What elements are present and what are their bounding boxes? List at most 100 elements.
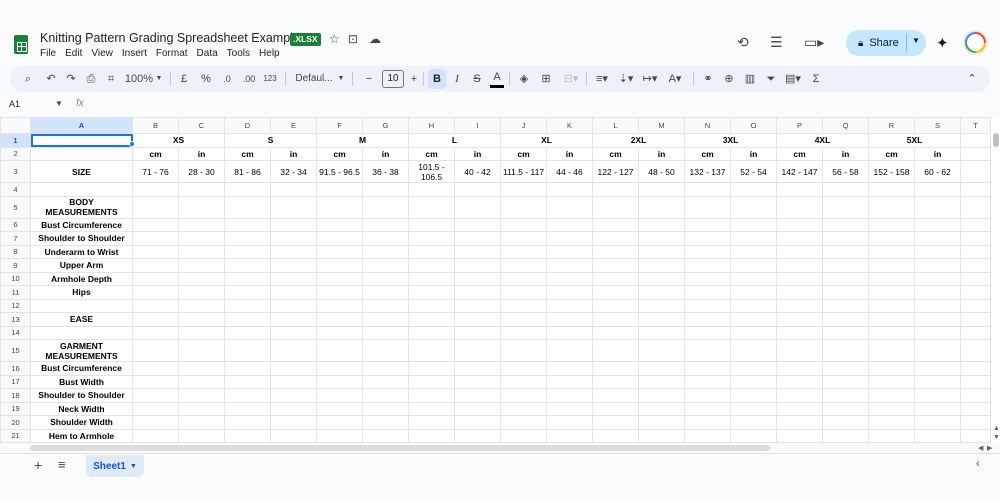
unit-cell[interactable]: cm: [684, 146, 731, 161]
grid-cell[interactable]: [270, 231, 317, 246]
size-range-cell[interactable]: 32 - 34: [270, 160, 317, 183]
size-label-cell[interactable]: SIZE: [30, 160, 133, 183]
row-header[interactable]: 16: [0, 361, 31, 376]
text-wrapping-icon[interactable]: ↦▾: [640, 66, 660, 92]
insert-comment-icon[interactable]: ⊕: [721, 66, 737, 92]
grid-cell[interactable]: [638, 388, 685, 403]
grid-cell[interactable]: [960, 325, 991, 340]
grid-cell[interactable]: [132, 231, 179, 246]
grid-cell[interactable]: [730, 339, 777, 362]
grid-cell[interactable]: [638, 298, 685, 313]
grid-cell[interactable]: [638, 195, 685, 219]
grid-cell[interactable]: [270, 325, 317, 340]
grid-cell[interactable]: [224, 401, 271, 416]
grid-cell[interactable]: [270, 428, 317, 443]
grid-cell[interactable]: [362, 298, 409, 313]
grid-cell[interactable]: [730, 361, 777, 376]
grid-cell[interactable]: [178, 244, 225, 259]
grid-cell[interactable]: [316, 285, 363, 300]
grid-cell[interactable]: [316, 374, 363, 389]
grid-cell[interactable]: [592, 182, 639, 197]
grid-cell[interactable]: [408, 374, 455, 389]
print-icon[interactable]: ⎙: [83, 66, 99, 92]
grid-cell[interactable]: [454, 231, 501, 246]
grid-cell[interactable]: [362, 374, 409, 389]
grid-cell[interactable]: [960, 271, 991, 286]
size-range-cell[interactable]: 152 - 158: [868, 160, 915, 183]
document-title[interactable]: Knitting Pattern Grading Spreadsheet Exa…: [40, 31, 300, 45]
grid-cell[interactable]: [868, 271, 915, 286]
grid-cell[interactable]: [408, 339, 455, 362]
grid-cell[interactable]: [316, 298, 363, 313]
unit-cell[interactable]: cm: [316, 146, 363, 161]
grid-cell[interactable]: [684, 388, 731, 403]
grid-cell[interactable]: [224, 285, 271, 300]
label-cell[interactable]: Upper Arm: [30, 258, 133, 273]
unit-cell[interactable]: cm: [776, 146, 823, 161]
grid-cell[interactable]: [638, 217, 685, 232]
grid-cell[interactable]: [316, 361, 363, 376]
grid-cell[interactable]: [638, 258, 685, 273]
size-range-cell[interactable]: 48 - 50: [638, 160, 685, 183]
grid-cell[interactable]: [454, 428, 501, 443]
unit-cell[interactable]: cm: [224, 146, 271, 161]
grid-cell[interactable]: [224, 325, 271, 340]
text-rotation-button[interactable]: A▾: [664, 66, 686, 92]
grid-cell[interactable]: [914, 271, 961, 286]
grid-cell[interactable]: [362, 339, 409, 362]
grid-cell[interactable]: [270, 401, 317, 416]
grid-cell[interactable]: [684, 182, 731, 197]
column-header[interactable]: P: [776, 117, 823, 134]
grid-cell[interactable]: [914, 217, 961, 232]
grid-cell[interactable]: [592, 339, 639, 362]
grid-cell[interactable]: [362, 361, 409, 376]
grid-cell[interactable]: [546, 244, 593, 259]
grid-cell[interactable]: [454, 374, 501, 389]
grid-cell[interactable]: [178, 428, 225, 443]
grid-cell[interactable]: [684, 217, 731, 232]
grid-cell[interactable]: [822, 361, 869, 376]
unit-cell[interactable]: in: [362, 146, 409, 161]
bold-button[interactable]: B: [428, 69, 446, 89]
grid-cell[interactable]: [362, 415, 409, 430]
grid-cell[interactable]: [500, 428, 547, 443]
grid-cell[interactable]: [362, 195, 409, 219]
grid-cell[interactable]: [178, 258, 225, 273]
grid-cell[interactable]: [638, 325, 685, 340]
grid-cell[interactable]: [868, 231, 915, 246]
column-header[interactable]: T: [960, 117, 991, 134]
cloud-status-icon[interactable]: ☁: [369, 32, 381, 46]
grid-cell[interactable]: [822, 374, 869, 389]
grid-cell[interactable]: [730, 401, 777, 416]
grid-cell[interactable]: [408, 195, 455, 219]
grid-cell[interactable]: [500, 312, 547, 327]
grid-cell[interactable]: [316, 325, 363, 340]
grid-cell[interactable]: [868, 339, 915, 362]
grid-cell[interactable]: [822, 388, 869, 403]
grid-cell[interactable]: [868, 325, 915, 340]
grid-cell[interactable]: [638, 231, 685, 246]
grid-cell[interactable]: [914, 325, 961, 340]
grid-cell[interactable]: [868, 258, 915, 273]
grid-cell[interactable]: [454, 415, 501, 430]
grid-cell[interactable]: [500, 401, 547, 416]
grid-cell[interactable]: [224, 428, 271, 443]
grid-cell[interactable]: [776, 298, 823, 313]
grid-cell[interactable]: [270, 361, 317, 376]
grid-cell[interactable]: [868, 312, 915, 327]
functions-button[interactable]: Σ: [808, 66, 824, 92]
increase-decimal-button[interactable]: .00: [240, 66, 258, 92]
strikethrough-button[interactable]: S: [470, 66, 484, 92]
grid-cell[interactable]: [500, 244, 547, 259]
insert-chart-icon[interactable]: ▥: [742, 66, 758, 92]
grid-cell[interactable]: [362, 258, 409, 273]
grid-cell[interactable]: [270, 271, 317, 286]
grid-cell[interactable]: [408, 401, 455, 416]
font-family-select[interactable]: Defaul...: [292, 66, 336, 92]
grid-cell[interactable]: [546, 182, 593, 197]
grid-cell[interactable]: [592, 428, 639, 443]
grid-cell[interactable]: [500, 361, 547, 376]
label-cell[interactable]: Underarm to Wrist: [30, 244, 133, 259]
all-sheets-icon[interactable]: ≡: [58, 457, 66, 472]
grid-cell[interactable]: [500, 298, 547, 313]
